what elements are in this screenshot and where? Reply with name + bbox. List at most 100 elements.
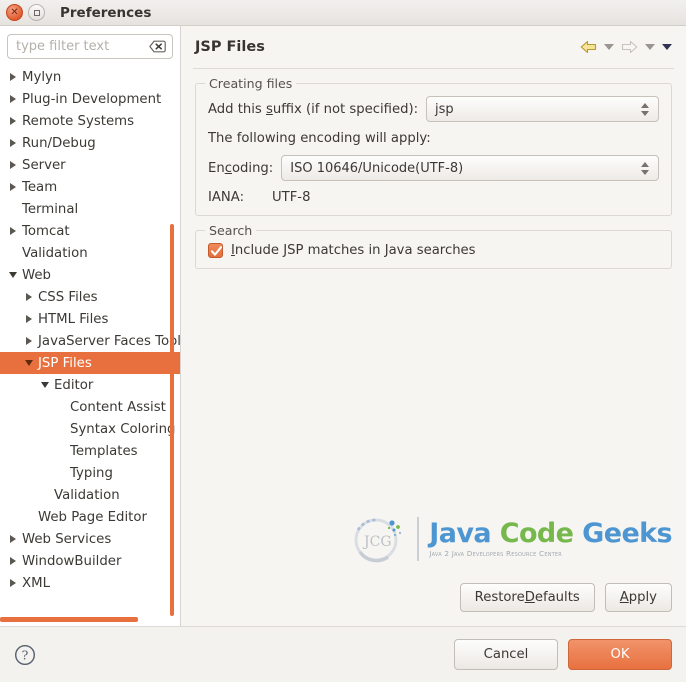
sidebar-item-html-files[interactable]: HTML Files [0,308,180,330]
cancel-button[interactable]: Cancel [454,639,558,670]
include-jsp-matches-row[interactable]: Include JSP matches in Java searches [208,243,659,258]
page-header: JSP Files [181,26,686,68]
sidebar-item-xml[interactable]: XML [0,572,180,594]
sidebar-item-label: JavaServer Faces Tooling [38,333,180,349]
tree-expand-arrow-right-icon[interactable] [6,183,19,191]
encoding-combo-value: ISO 10646/Unicode(UTF-8) [290,160,464,176]
sidebar-item-templates[interactable]: Templates [0,440,180,462]
include-jsp-matches-checkbox[interactable] [208,243,223,258]
iana-value: UTF-8 [272,190,311,205]
sidebar-item-label: Editor [54,377,94,393]
preference-page: JSP Files Creating files Add this suffix… [180,26,686,626]
creating-files-group-label: Creating files [205,76,297,91]
sidebar-item-label: Terminal [22,201,79,217]
tree-expand-arrow-right-icon[interactable] [6,535,19,543]
sidebar-item-validation[interactable]: Validation [0,484,180,506]
include-jsp-matches-label: Include JSP matches in Java searches [231,243,476,258]
sidebar-item-label: Content Assist [70,399,166,415]
sidebar-item-jsp-files[interactable]: JSP Files [0,352,180,374]
tree-expand-arrow-right-icon[interactable] [6,161,19,169]
sidebar-item-validation[interactable]: Validation [0,242,180,264]
sidebar-item-content-assist[interactable]: Content Assist [0,396,180,418]
sidebar-item-label: Tomcat [22,223,70,239]
sidebar-item-editor[interactable]: Editor [0,374,180,396]
tree-expand-arrow-right-icon[interactable] [6,117,19,125]
encoding-combo[interactable]: ISO 10646/Unicode(UTF-8) [281,155,659,181]
forward-history-chevron-down-icon [645,44,655,50]
tree-expand-arrow-right-icon[interactable] [6,95,19,103]
preferences-tree[interactable]: Mylyn Plug-in Development Remote Systems Ru… [0,65,180,626]
sidebar-item-web-page-editor[interactable]: Web Page Editor [0,506,180,528]
suffix-combo[interactable]: jsp [426,96,659,122]
encoding-row: Encoding: ISO 10646/Unicode(UTF-8) [208,155,659,181]
title-bar: ✕ Preferences [0,0,686,26]
tree-expand-arrow-right-icon[interactable] [6,139,19,147]
svg-text:?: ? [22,647,29,662]
watermark-divider [417,517,420,561]
encoding-combo-spinner[interactable] [636,161,654,175]
sidebar-item-web-services[interactable]: Web Services [0,528,180,550]
back-arrow-icon[interactable] [580,40,597,54]
dialog-body: type filter text Mylyn Plug-in Developmen… [0,26,686,626]
tree-expand-arrow-down-icon[interactable] [6,272,19,278]
close-icon[interactable]: ✕ [6,4,23,21]
tree-expand-arrow-right-icon[interactable] [22,315,35,323]
sidebar-item-label: WindowBuilder [22,553,122,569]
tree-expand-arrow-right-icon[interactable] [6,227,19,235]
sidebar-item-run-debug[interactable]: Run/Debug [0,132,180,154]
sidebar-item-label: CSS Files [38,289,98,305]
sidebar-item-typing[interactable]: Typing [0,462,180,484]
restore-defaults-button[interactable]: Restore Defaults [459,583,595,612]
tree-expand-arrow-right-icon[interactable] [6,557,19,565]
page-nav-toolbar [580,40,672,54]
suffix-label: Add this suffix (if not specified): [208,101,419,117]
iana-label: IANA: [208,190,245,205]
sidebar-item-remote-systems[interactable]: Remote Systems [0,110,180,132]
iana-row: IANA: UTF-8 [208,190,659,205]
sidebar-item-terminal[interactable]: Terminal [0,198,180,220]
suffix-combo-value: jsp [435,101,454,117]
encoding-label: Encoding: [208,160,274,176]
sidebar-item-team[interactable]: Team [0,176,180,198]
jcg-logo-icon: JCG [354,518,402,563]
sidebar-item-label: Validation [54,487,120,503]
sidebar-item-css-files[interactable]: CSS Files [0,286,180,308]
tree-expand-arrow-down-icon[interactable] [38,382,51,388]
sidebar-item-label: Syntax Coloring [70,421,176,437]
sidebar-item-label: Web [22,267,51,283]
sidebar-item-windowbuilder[interactable]: WindowBuilder [0,550,180,572]
sidebar-item-syntax-coloring[interactable]: Syntax Coloring [0,418,180,440]
sidebar-item-web[interactable]: Web [0,264,180,286]
tree-expand-arrow-down-icon[interactable] [22,360,35,366]
sidebar-item-plug-in-development[interactable]: Plug-in Development [0,88,180,110]
forward-arrow-icon [621,40,638,54]
search-input[interactable]: type filter text [7,34,173,59]
watermark-text: Java Code Geeks Java 2 Java Developers R… [429,520,672,558]
maximize-icon[interactable] [28,4,45,21]
sidebar-item-label: Server [22,157,66,173]
help-icon[interactable]: ? [14,644,36,666]
sidebar-horizontal-scrollbar[interactable] [0,617,138,622]
sidebar-item-label: JSP Files [38,355,92,371]
sidebar-item-label: HTML Files [38,311,109,327]
creating-files-group: Creating files Add this suffix (if not s… [195,76,672,216]
back-history-chevron-down-icon[interactable] [604,44,614,50]
page-menu-chevron-down-icon[interactable] [662,44,672,50]
tree-expand-arrow-right-icon[interactable] [6,579,19,587]
sidebar-item-server[interactable]: Server [0,154,180,176]
sidebar-vertical-scrollbar[interactable] [170,224,174,616]
sidebar-item-tomcat[interactable]: Tomcat [0,220,180,242]
sidebar-item-label: Typing [70,465,113,481]
tree-expand-arrow-right-icon[interactable] [22,293,35,301]
encoding-note-row: The following encoding will apply: [208,131,659,146]
apply-button[interactable]: Apply [604,583,672,612]
svg-text:JCG: JCG [362,534,392,550]
sidebar-item-javaserver-faces-tooling[interactable]: JavaServer Faces Tooling [0,330,180,352]
sidebar-item-mylyn[interactable]: Mylyn [0,66,180,88]
filter-area: type filter text [0,26,180,65]
suffix-combo-spinner[interactable] [636,102,654,116]
ok-button[interactable]: OK [568,639,672,670]
clear-icon[interactable] [149,40,166,53]
tree-expand-arrow-right-icon[interactable] [22,337,35,345]
tree-expand-arrow-right-icon[interactable] [6,73,19,81]
